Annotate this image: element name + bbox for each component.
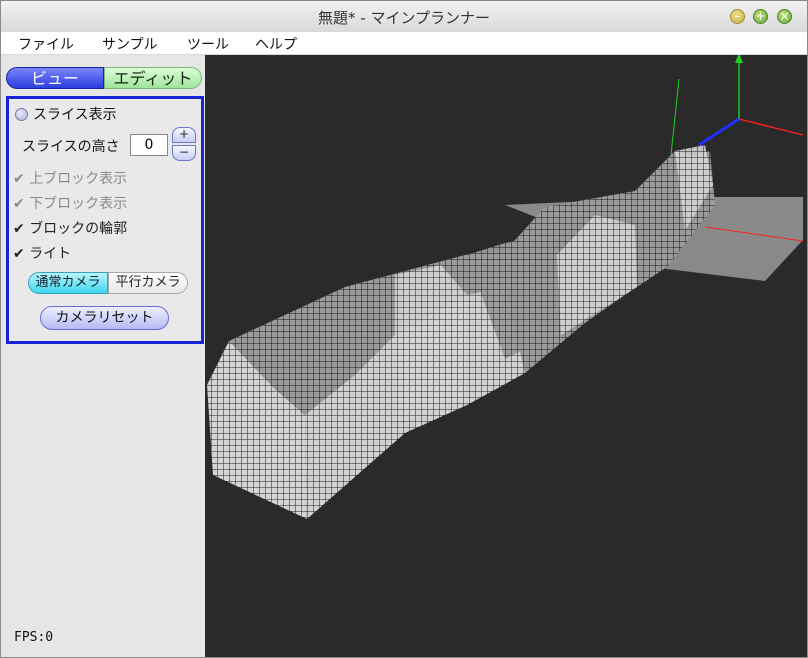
menu-bar: ファイル サンプル ツール ヘルプ [1,32,807,55]
slice-height-input[interactable]: 0 [130,134,168,156]
light-label: ライト [29,246,72,262]
check-icon: ✔ [13,246,25,262]
tab-parallel-camera[interactable]: 平行カメラ [108,272,188,294]
upper-block-label: 上ブロック表示 [29,171,128,187]
check-icon: ✔ [13,196,25,212]
menu-help[interactable]: ヘルプ [255,34,297,54]
slice-radio[interactable] [15,108,28,121]
scene-render [207,53,804,519]
increment-button[interactable]: + [172,127,196,143]
decrement-button[interactable]: − [172,145,196,161]
app-window: 無題* - マインプランナー – + × ファイル サンプル ツール ヘルプ ビ… [0,0,808,658]
title-bar[interactable]: 無題* - マインプランナー – + × [1,1,807,33]
camera-reset-button[interactable]: カメラリセット [40,306,169,330]
close-button[interactable]: × [777,9,792,24]
axis-y-arrow [735,53,743,63]
slice-height-label: スライスの高さ [22,139,120,155]
check-icon: ✔ [13,221,25,237]
minimize-button[interactable]: – [730,9,745,24]
tab-view[interactable]: ビュー [6,67,104,89]
sidebar: ビュー エディット スライス表示 スライスの高さ 0 + − ✔ 上ブロック表示… [1,55,204,657]
check-icon: ✔ [13,171,25,187]
light-checkbox[interactable]: ✔ ライト [13,243,71,263]
block-segment-2 [395,265,467,423]
window-title: 無題* - マインプランナー [318,9,490,27]
view-options-panel: スライス表示 スライスの高さ 0 + − ✔ 上ブロック表示 ✔ 下ブロック表示… [6,96,204,344]
tab-edit[interactable]: エディット [104,67,202,89]
axis-helper-line [670,78,680,156]
lower-block-label: 下ブロック表示 [29,196,128,212]
outline-label: ブロックの輪郭 [29,221,128,237]
axis-x-line [738,118,804,136]
tab-normal-camera[interactable]: 通常カメラ [28,272,108,294]
maximize-button[interactable]: + [753,9,768,24]
menu-tools[interactable]: ツール [187,34,229,54]
fps-readout: FPS:0 [14,630,54,645]
outline-checkbox[interactable]: ✔ ブロックの輪郭 [13,218,127,238]
axis-z-line [698,117,740,147]
slice-toggle-label[interactable]: スライス表示 [33,104,117,124]
menu-file[interactable]: ファイル [18,34,74,54]
menu-sample[interactable]: サンプル [102,34,158,54]
3d-viewport[interactable] [205,53,807,657]
lower-block-checkbox[interactable]: ✔ 下ブロック表示 [13,193,127,213]
upper-block-checkbox[interactable]: ✔ 上ブロック表示 [13,168,127,188]
